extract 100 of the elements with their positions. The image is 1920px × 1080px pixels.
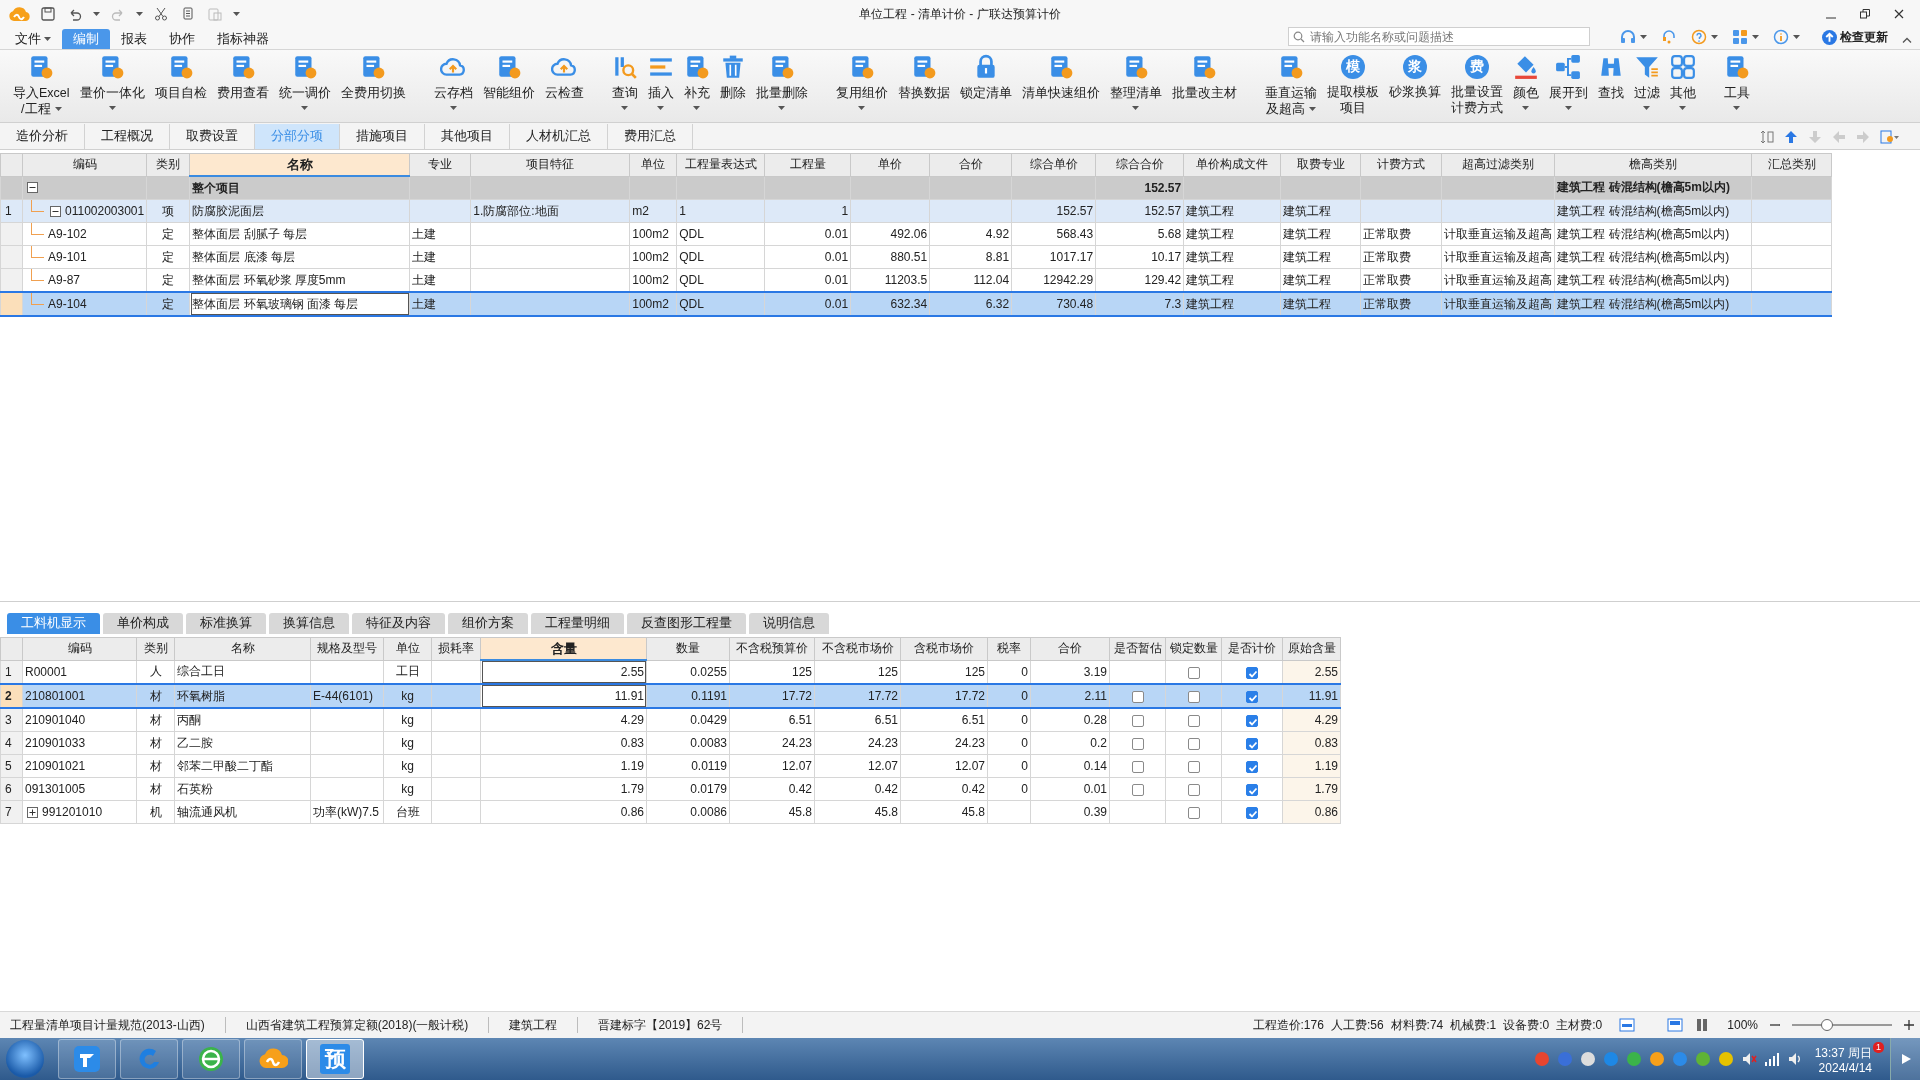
column-header[interactable]: 名称 bbox=[174, 637, 311, 660]
column-header[interactable]: 计费方式 bbox=[1360, 153, 1442, 176]
column-header[interactable]: 类别 bbox=[136, 637, 175, 660]
checkbox[interactable] bbox=[1131, 737, 1144, 750]
checkbox[interactable] bbox=[1246, 806, 1258, 819]
taskbar-app[interactable] bbox=[120, 1039, 178, 1079]
checkbox[interactable] bbox=[1131, 783, 1144, 796]
table-row[interactable]: 整个项目 152.57 建筑工程 砖混结构(檐高5m以内) bbox=[0, 176, 1832, 200]
detail-tab[interactable]: 说明信息 bbox=[749, 613, 829, 634]
column-header[interactable]: 规格及型号 bbox=[310, 637, 384, 660]
sort-icon[interactable] bbox=[1760, 129, 1774, 144]
checkbox[interactable] bbox=[1246, 737, 1258, 750]
checkbox[interactable] bbox=[1187, 690, 1200, 703]
toolbar-button[interactable]: 清单快速组价 bbox=[1018, 50, 1103, 122]
column-header[interactable]: 汇总类别 bbox=[1751, 153, 1832, 176]
table-row[interactable]: A9-102 定 整体面层 刮腻子 每层 土建 100m2 QDL 0.01 492.06 4.92 568.43 5.68 建筑工程 建筑工程 正常取费 计取垂直运输及超高 建筑工程 砖混结构(檐高5m以内) bbox=[0, 222, 1832, 246]
checkbox[interactable] bbox=[1246, 690, 1258, 703]
detail-tab[interactable]: 反查图形工程量 bbox=[627, 613, 746, 634]
table-row[interactable]: 4 210901033 材 乙二胺 kg 0.83 0.0083 24.23 24.23 24.23 0 0.2 0.83 bbox=[0, 731, 1341, 755]
toolbar-button[interactable]: 浆 砂浆换算 bbox=[1385, 50, 1444, 122]
column-header[interactable]: 损耗率 bbox=[431, 637, 481, 660]
toolbar-button[interactable]: 整理清单 bbox=[1106, 50, 1165, 122]
tray-icon[interactable] bbox=[1694, 1051, 1711, 1067]
collapse-icon[interactable] bbox=[50, 205, 61, 217]
columns-icon[interactable] bbox=[1695, 1018, 1710, 1032]
expand-icon[interactable] bbox=[27, 806, 38, 818]
taskbar-app[interactable] bbox=[244, 1039, 302, 1079]
taskbar-app[interactable]: 预 bbox=[306, 1039, 364, 1079]
column-header[interactable]: 含量 bbox=[480, 637, 647, 660]
tray-icon[interactable] bbox=[1648, 1051, 1665, 1067]
toolbar-button[interactable]: 展开到 bbox=[1545, 50, 1591, 122]
toolbar-button[interactable]: 模 提取模板 项目 bbox=[1323, 50, 1382, 122]
help-icon[interactable] bbox=[1691, 29, 1707, 45]
toolbar-button[interactable]: 复用组价 bbox=[832, 50, 891, 122]
checkbox[interactable] bbox=[1246, 760, 1258, 773]
column-header[interactable]: 单价 bbox=[850, 153, 930, 176]
checkbox[interactable] bbox=[1187, 737, 1200, 750]
checkbox[interactable] bbox=[1187, 714, 1200, 727]
table-row[interactable]: A9-101 定 整体面层 底漆 每层 土建 100m2 QDL 0.01 880.51 8.81 1017.17 10.17 建筑工程 建筑工程 正常取费 计取垂直运输及超高 建筑工程 砖混结构(檐高5m以内) bbox=[0, 245, 1832, 269]
checkbox[interactable] bbox=[1246, 714, 1258, 727]
column-header[interactable]: 单位 bbox=[383, 637, 432, 660]
checkbox[interactable] bbox=[1187, 783, 1200, 796]
toolbar-button[interactable]: 智能组价 bbox=[479, 50, 538, 122]
start-button[interactable] bbox=[6, 1040, 44, 1078]
column-header[interactable]: 是否暂估 bbox=[1109, 637, 1166, 660]
column-header[interactable]: 项目特征 bbox=[470, 153, 630, 176]
table-row[interactable]: 3 210901040 材 丙酮 kg 4.29 0.0429 6.51 6.51 6.51 0 0.28 4.29 bbox=[0, 708, 1341, 732]
detail-tab[interactable]: 组价方案 bbox=[448, 613, 528, 634]
table-row[interactable]: 5 210901021 材 邻苯二甲酸二丁酯 kg 1.19 0.0119 12.07 12.07 12.07 0 0.14 1.19 bbox=[0, 754, 1341, 778]
collapse-icon[interactable] bbox=[27, 182, 38, 194]
detail-tab[interactable]: 标准换算 bbox=[186, 613, 266, 634]
page-tab[interactable]: 措施项目 bbox=[340, 124, 425, 149]
checkbox[interactable] bbox=[1187, 760, 1200, 773]
column-header[interactable]: 专业 bbox=[409, 153, 471, 176]
checkbox[interactable] bbox=[1131, 714, 1144, 727]
column-header[interactable]: 不含税预算价 bbox=[729, 637, 815, 660]
settings-icon[interactable] bbox=[1880, 129, 1900, 144]
column-header[interactable]: 工程量表达式 bbox=[676, 153, 765, 176]
slider-thumb[interactable] bbox=[1821, 1019, 1833, 1031]
toolbar-button[interactable]: 颜色 bbox=[1509, 50, 1542, 122]
column-header[interactable]: 类别 bbox=[146, 153, 190, 176]
tray-icon[interactable] bbox=[1717, 1051, 1734, 1067]
table-row[interactable]: 2 210801001 材 环氧树脂 E-44(6101) kg 11.91 0.1191 17.72 17.72 17.72 0 2.11 11.91 bbox=[0, 684, 1341, 708]
tray-icon[interactable] bbox=[1579, 1051, 1596, 1067]
checkbox[interactable] bbox=[1131, 690, 1144, 703]
toolbar-button[interactable]: 查询 bbox=[608, 50, 641, 122]
toolbar-button[interactable]: 垂直运输 及超高 bbox=[1261, 50, 1320, 122]
toolbar-button[interactable]: 补充 bbox=[680, 50, 713, 122]
column-header[interactable]: 税率 bbox=[987, 637, 1031, 660]
toolbar-button[interactable]: 锁定清单 bbox=[956, 50, 1015, 122]
toolbar-button[interactable]: 删除 bbox=[716, 50, 749, 122]
toolbar-button[interactable]: 过滤 bbox=[1630, 50, 1663, 122]
column-header[interactable]: 单价构成文件 bbox=[1183, 153, 1281, 176]
column-header[interactable]: 合价 bbox=[1030, 637, 1110, 660]
table-row[interactable]: A9-87 定 整体面层 环氧砂浆 厚度5mm 土建 100m2 QDL 0.01 11203.5 112.04 12942.29 129.42 建筑工程 建筑工程 正常取费 计取垂直运输及超高 建筑工程 砖混结构(檐高5m以内) bbox=[0, 268, 1832, 292]
column-header[interactable]: 原始含量 bbox=[1282, 637, 1341, 660]
column-header[interactable]: 含税市场价 bbox=[900, 637, 988, 660]
column-header[interactable]: 合价 bbox=[929, 153, 1012, 176]
checkbox[interactable] bbox=[1187, 666, 1200, 679]
clock[interactable]: 13:37 周日 2024/4/14 1 bbox=[1814, 1042, 1884, 1076]
apps-icon[interactable] bbox=[1732, 29, 1748, 45]
speaker-icon[interactable] bbox=[1740, 1051, 1757, 1067]
info-icon[interactable] bbox=[1773, 29, 1789, 45]
column-header[interactable]: 工程量 bbox=[764, 153, 851, 176]
speaker-icon[interactable] bbox=[1786, 1051, 1803, 1067]
toolbar-button[interactable]: 费 批量设置 计费方式 bbox=[1447, 50, 1506, 122]
checkbox[interactable] bbox=[1246, 666, 1258, 679]
search-field[interactable]: 请输入功能名称或问题描述 bbox=[1288, 27, 1590, 46]
table-row[interactable]: A9-104 定 整体面层 环氧玻璃钢 面漆 每层 土建 100m2 QDL 0.01 632.34 6.32 730.48 7.3 建筑工程 建筑工程 正常取费 计取垂直运输及超高 建筑工程 砖混结构(檐高5m以内) bbox=[0, 292, 1832, 316]
signal-icon[interactable] bbox=[1763, 1051, 1780, 1067]
toolbar-button[interactable]: 费用查看 bbox=[213, 50, 272, 122]
checkbox[interactable] bbox=[1131, 760, 1144, 773]
show-desktop-button[interactable] bbox=[1890, 1038, 1920, 1080]
layout-icon[interactable] bbox=[1619, 1018, 1636, 1032]
page-tab[interactable]: 其他项目 bbox=[425, 124, 510, 149]
zoom-in-icon[interactable] bbox=[1904, 1020, 1914, 1030]
toolbar-button[interactable]: 替换数据 bbox=[894, 50, 953, 122]
tray-icon[interactable] bbox=[1625, 1051, 1642, 1067]
page-tab[interactable]: 费用汇总 bbox=[608, 124, 693, 149]
headset-icon[interactable] bbox=[1620, 29, 1636, 45]
